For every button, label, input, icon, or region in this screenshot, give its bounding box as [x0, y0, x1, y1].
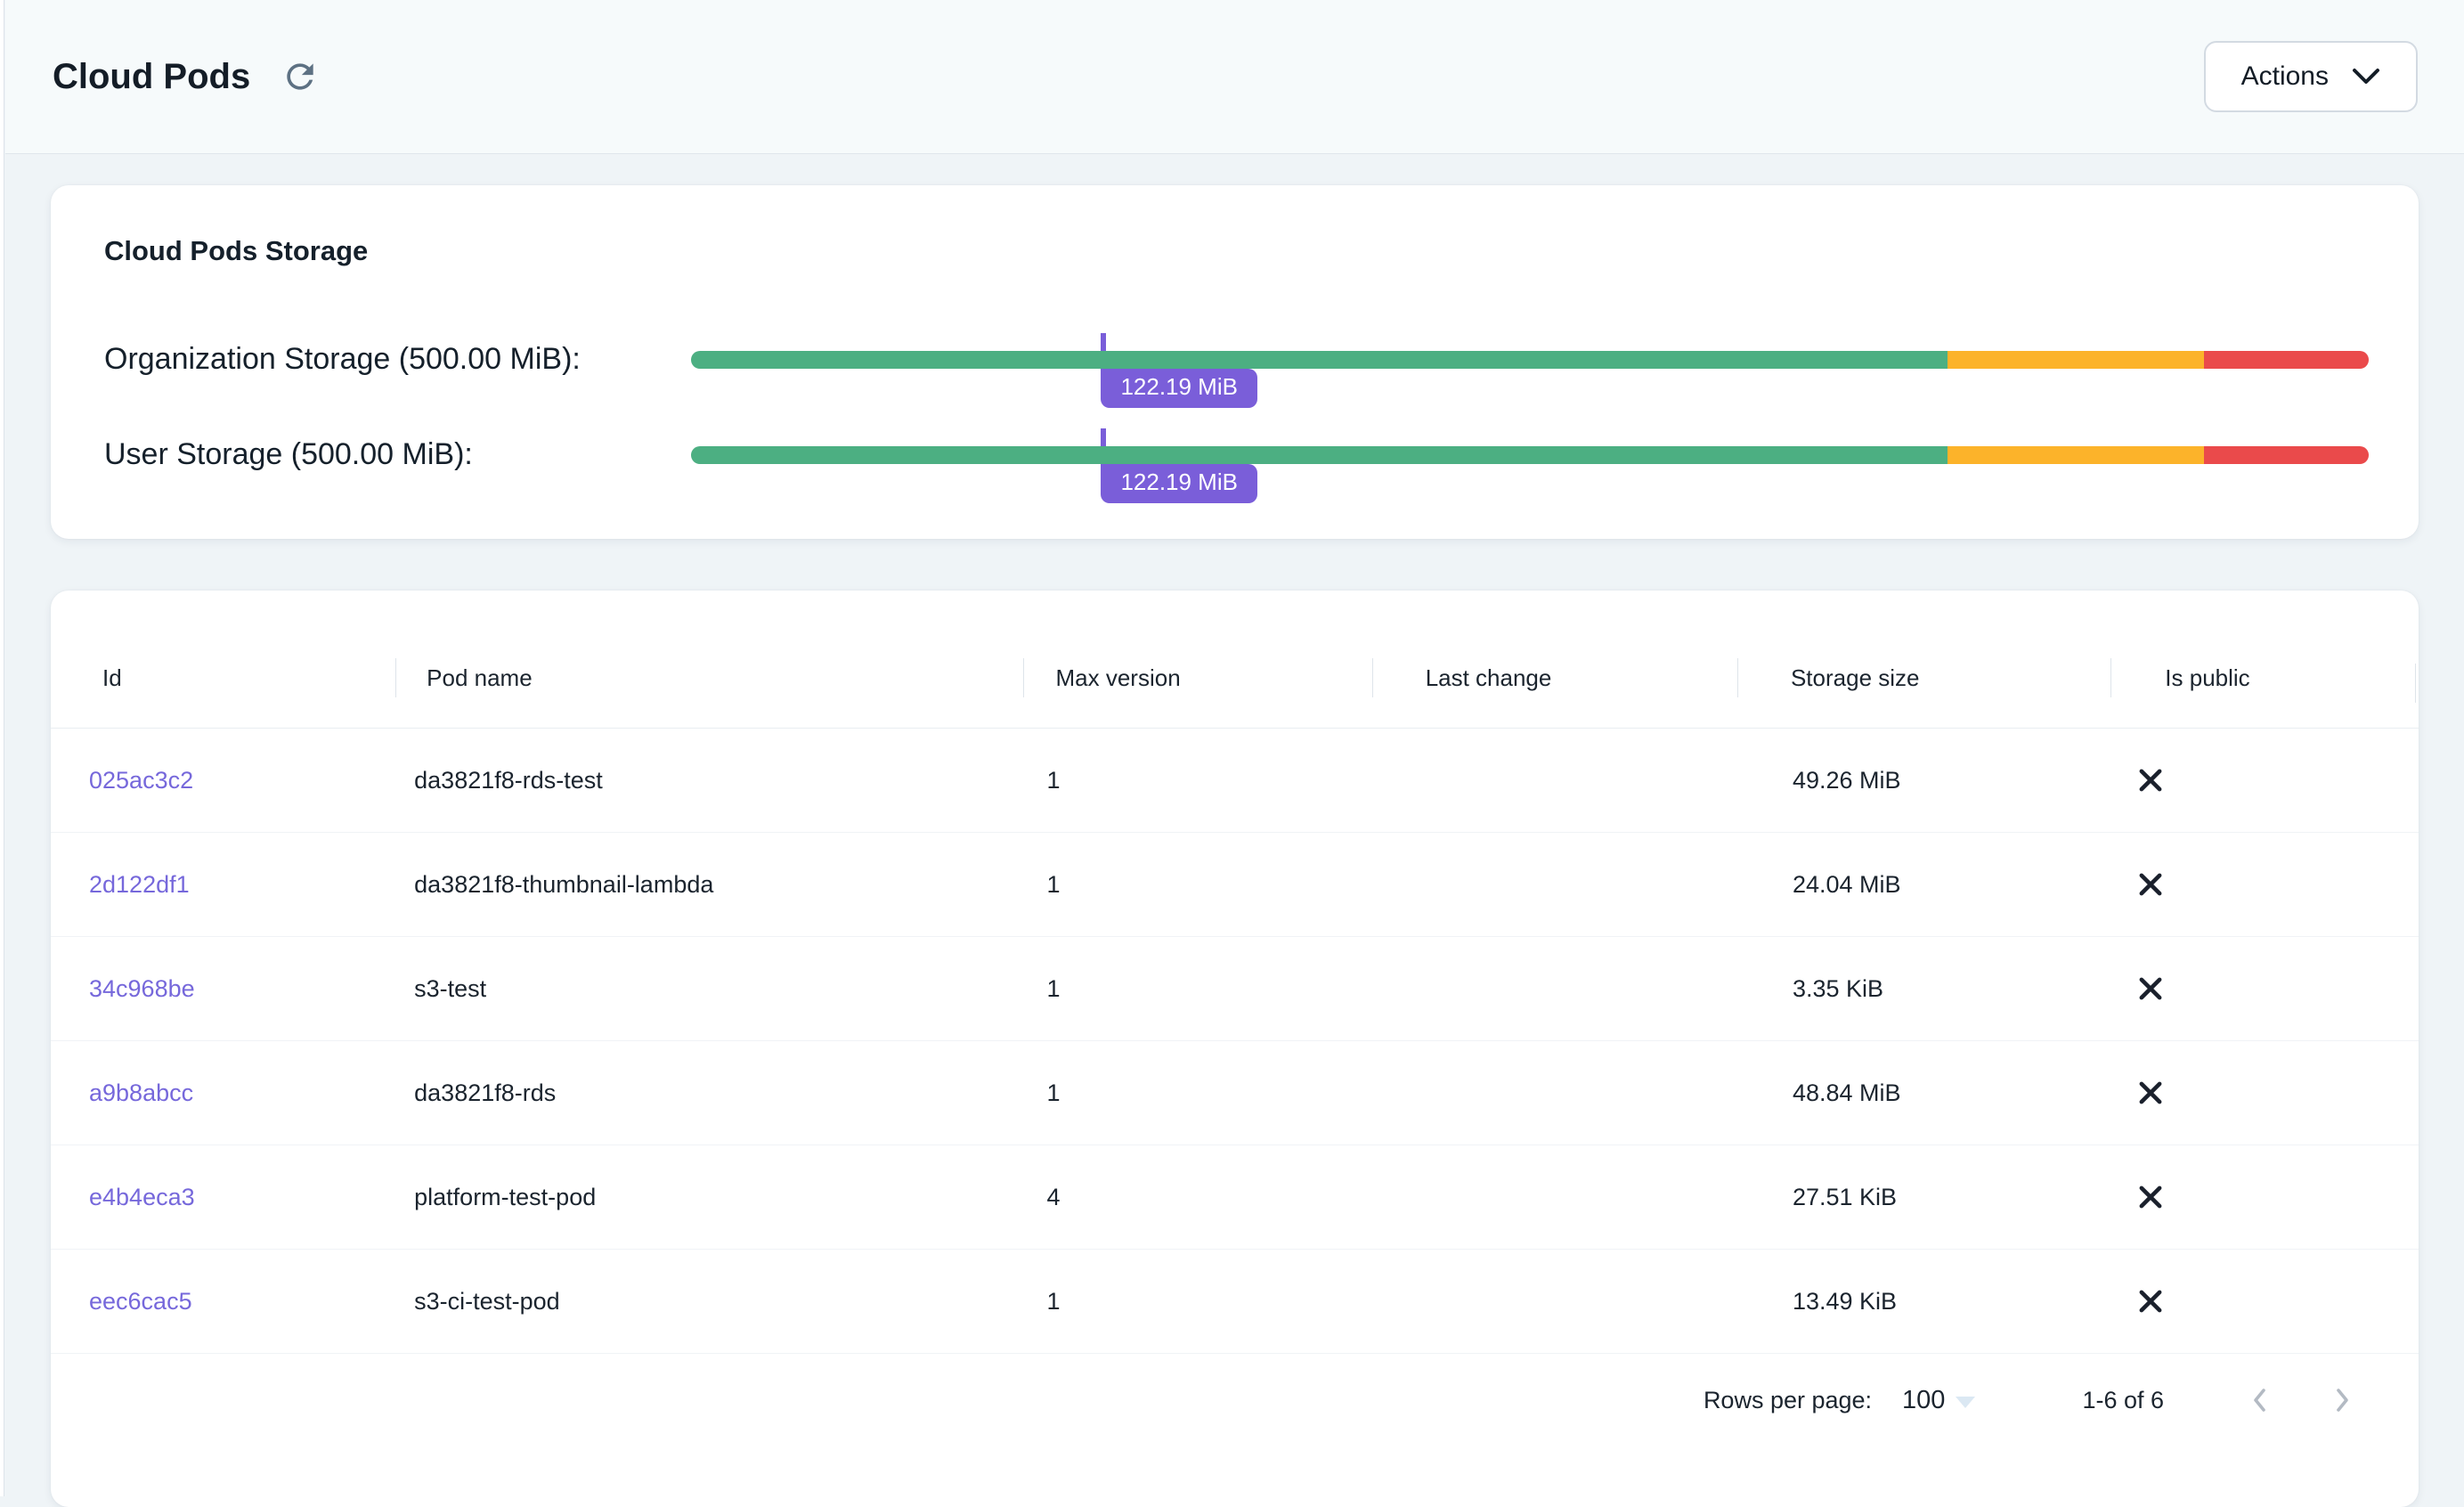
user-storage-bar: 122.19 MiB	[691, 407, 2369, 502]
max-version-cell: 4	[1023, 1184, 1372, 1211]
max-version-cell: 1	[1023, 1079, 1372, 1107]
pod-name-cell: da3821f8-rds-test	[395, 767, 1022, 794]
next-page-button[interactable]	[2317, 1375, 2367, 1425]
table-row: a9b8abcc da3821f8-rds 1 48.84 MiB	[51, 1041, 2419, 1145]
capacity-bar-red-segment	[2204, 351, 2369, 369]
user-storage-row: User Storage (500.00 MiB): 122.19 MiB	[104, 407, 2369, 502]
table-row: 2d122df1 da3821f8-thumbnail-lambda 1 24.…	[51, 833, 2419, 937]
pod-name-cell: da3821f8-rds	[395, 1079, 1022, 1107]
close-icon	[2132, 1074, 2419, 1112]
column-header-id[interactable]: Id	[51, 658, 395, 697]
page-title: Cloud Pods	[53, 57, 250, 97]
capacity-bar	[691, 351, 2369, 369]
storage-size-cell: 48.84 MiB	[1737, 1079, 2110, 1107]
max-version-cell: 1	[1023, 871, 1372, 899]
actions-button-label: Actions	[2241, 61, 2329, 92]
chevron-down-icon	[2352, 68, 2380, 86]
page-header: Cloud Pods Actions	[5, 0, 2464, 154]
capacity-bar-red-segment	[2204, 446, 2369, 464]
pod-id-link[interactable]: 2d122df1	[89, 871, 190, 898]
pod-id-link[interactable]: e4b4eca3	[89, 1184, 195, 1210]
close-icon	[2132, 866, 2419, 903]
table-row: e4b4eca3 platform-test-pod 4 27.51 KiB	[51, 1145, 2419, 1250]
organization-storage-label: Organization Storage (500.00 MiB):	[104, 342, 691, 377]
pod-name-cell: platform-test-pod	[395, 1184, 1022, 1211]
capacity-bar-yellow-segment	[1948, 446, 2204, 464]
actions-button[interactable]: Actions	[2204, 41, 2418, 112]
capacity-bar-yellow-segment	[1948, 351, 2204, 369]
pod-id-link[interactable]: eec6cac5	[89, 1288, 192, 1315]
max-version-cell: 1	[1023, 975, 1372, 1003]
column-header-last-change[interactable]: Last change	[1372, 658, 1737, 697]
close-icon	[2132, 1178, 2419, 1216]
user-storage-label: User Storage (500.00 MiB):	[104, 437, 691, 472]
column-header-max-version[interactable]: Max version	[1023, 658, 1372, 697]
table-pagination: Rows per page: 100 1-6 of 6	[51, 1354, 2419, 1507]
capacity-bar	[691, 446, 2369, 464]
is-public-cell	[2110, 866, 2419, 903]
rows-per-page-value: 100	[1902, 1386, 1945, 1415]
storage-size-cell: 13.49 KiB	[1737, 1288, 2110, 1316]
rows-per-page-label: Rows per page:	[1704, 1387, 1872, 1414]
rows-per-page-select[interactable]: 100	[1902, 1386, 1975, 1415]
column-header-pod-name[interactable]: Pod name	[395, 658, 1022, 697]
column-header-storage-size[interactable]: Storage size	[1737, 658, 2110, 697]
organization-storage-bar: 122.19 MiB	[691, 312, 2369, 407]
is-public-cell	[2110, 970, 2419, 1007]
pod-id-link[interactable]: 025ac3c2	[89, 767, 193, 794]
table-row: eec6cac5 s3-ci-test-pod 1 13.49 KiB	[51, 1250, 2419, 1354]
storage-size-cell: 24.04 MiB	[1737, 871, 2110, 899]
capacity-bar-green-segment	[691, 446, 1948, 464]
storage-size-cell: 3.35 KiB	[1737, 975, 2110, 1003]
dropdown-arrow-icon	[1956, 1397, 1975, 1408]
cloud-pods-table-card: Id Pod name Max version Last change Stor…	[51, 591, 2419, 1507]
close-icon	[2132, 1283, 2419, 1320]
previous-page-button[interactable]	[2235, 1375, 2285, 1425]
is-public-cell	[2110, 762, 2419, 799]
pod-id-link[interactable]: 34c968be	[89, 975, 195, 1002]
pagination-range-label: 1-6 of 6	[2082, 1387, 2164, 1414]
usage-badge: 122.19 MiB	[1101, 464, 1257, 503]
max-version-cell: 1	[1023, 1288, 1372, 1316]
table-row: 34c968be s3-test 1 3.35 KiB	[51, 937, 2419, 1041]
usage-badge: 122.19 MiB	[1101, 369, 1257, 408]
max-version-cell: 1	[1023, 767, 1372, 794]
chevron-left-icon	[2244, 1384, 2276, 1416]
pod-name-cell: s3-ci-test-pod	[395, 1288, 1022, 1316]
refresh-icon	[281, 57, 320, 96]
is-public-cell	[2110, 1074, 2419, 1112]
chevron-right-icon	[2326, 1384, 2358, 1416]
table-header-row: Id Pod name Max version Last change Stor…	[51, 591, 2419, 729]
pod-name-cell: da3821f8-thumbnail-lambda	[395, 871, 1022, 899]
storage-size-cell: 27.51 KiB	[1737, 1184, 2110, 1211]
is-public-cell	[2110, 1283, 2419, 1320]
pod-name-cell: s3-test	[395, 975, 1022, 1003]
is-public-cell	[2110, 1178, 2419, 1216]
table-row: 025ac3c2 da3821f8-rds-test 1 49.26 MiB	[51, 729, 2419, 833]
close-icon	[2132, 762, 2419, 799]
storage-card-title: Cloud Pods Storage	[104, 235, 2369, 267]
main-content: Cloud Pods Storage Organization Storage …	[51, 154, 2419, 1507]
left-panel-edge	[0, 0, 4, 1496]
refresh-button[interactable]	[275, 52, 325, 102]
storage-size-cell: 49.26 MiB	[1737, 767, 2110, 794]
capacity-bar-green-segment	[691, 351, 1948, 369]
organization-storage-row: Organization Storage (500.00 MiB): 122.1…	[104, 312, 2369, 407]
pod-id-link[interactable]: a9b8abcc	[89, 1079, 193, 1106]
column-header-is-public[interactable]: Is public	[2110, 658, 2419, 697]
cloud-pods-storage-card: Cloud Pods Storage Organization Storage …	[51, 185, 2419, 539]
close-icon	[2132, 970, 2419, 1007]
